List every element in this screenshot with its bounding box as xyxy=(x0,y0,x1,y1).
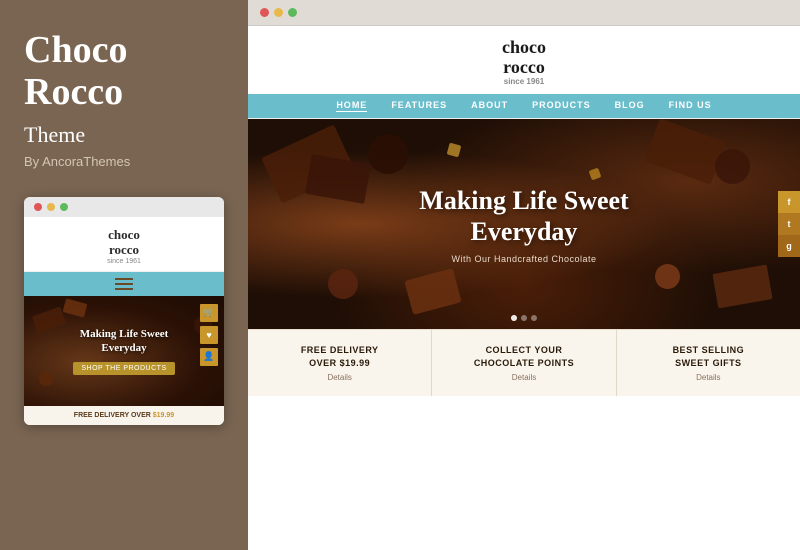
browser-area: choco rocco since 1961 HOME FEATURES ABO… xyxy=(248,0,800,550)
mobile-logo-line2: rocco xyxy=(109,242,139,257)
feature-gifts-title: BEST SELLINGSWEET GIFTS xyxy=(627,344,790,369)
feature-points-title: COLLECT YOURCHOCOLATE POINTS xyxy=(442,344,605,369)
brand-title: Choco Rocco Theme By AncoraThemes xyxy=(24,30,224,197)
mobile-user-icon[interactable]: 👤 xyxy=(200,348,218,366)
social-facebook-btn[interactable]: f xyxy=(778,191,800,213)
social-sidebar: f t g xyxy=(778,191,800,257)
hero-text-overlay: Making Life Sweet Everyday With Our Hand… xyxy=(419,185,628,263)
hero-title-line1: Making Life Sweet xyxy=(419,186,628,215)
hero-dots xyxy=(511,315,537,321)
mobile-preview-bar xyxy=(24,197,224,217)
mobile-hero-content: Making Life Sweet Everyday SHOP THE PROD… xyxy=(73,327,174,375)
browser-dot-red xyxy=(260,8,269,17)
social-google-btn[interactable]: g xyxy=(778,235,800,257)
mobile-menu-bar[interactable] xyxy=(24,272,224,296)
mobile-hero-title-line1: Making Life Sweet xyxy=(80,328,169,340)
mobile-footer-text: FREE DELIVERY OVER xyxy=(74,412,153,419)
browser-dot-green xyxy=(288,8,297,17)
browser-dot-yellow xyxy=(274,8,283,17)
hero-title-line2: Everyday xyxy=(471,217,578,246)
site-logo: choco rocco since 1961 xyxy=(248,38,800,86)
site-nav: HOME FEATURES ABOUT PRODUCTS BLOG FIND U… xyxy=(248,94,800,118)
site-logo-since: since 1961 xyxy=(248,78,800,87)
nav-item-findus[interactable]: FIND US xyxy=(669,100,712,112)
hero-dot-2[interactable] xyxy=(521,315,527,321)
feature-delivery-details[interactable]: Details xyxy=(258,373,421,382)
nav-item-features[interactable]: FEATURES xyxy=(391,100,447,112)
mobile-dot-red xyxy=(34,203,42,211)
nav-item-blog[interactable]: BLOG xyxy=(615,100,645,112)
social-twitter-btn[interactable]: t xyxy=(778,213,800,235)
site-header: choco rocco since 1961 HOME FEATURES ABO… xyxy=(248,26,800,119)
mobile-dot-green xyxy=(60,203,68,211)
sidebar: Choco Rocco Theme By AncoraThemes choco … xyxy=(0,0,248,550)
mobile-logo-since: since 1961 xyxy=(24,258,224,265)
mobile-footer-strip: FREE DELIVERY OVER $19.99 xyxy=(24,406,224,425)
hero-dot-1[interactable] xyxy=(511,315,517,321)
feature-delivery-title: FREE DELIVERYOVER $19.99 xyxy=(258,344,421,369)
feature-gifts: BEST SELLINGSWEET GIFTS Details xyxy=(616,330,800,395)
feature-delivery: FREE DELIVERYOVER $19.99 Details xyxy=(248,330,431,395)
mobile-logo-area: choco rocco since 1961 xyxy=(24,217,224,272)
brand-line1: Choco xyxy=(24,29,127,71)
mobile-heart-icon[interactable]: ♥ xyxy=(200,326,218,344)
by-label: By AncoraThemes xyxy=(24,154,224,169)
mobile-hero-title-line2: Everyday xyxy=(101,342,146,354)
browser-content: choco rocco since 1961 HOME FEATURES ABO… xyxy=(248,26,800,550)
site-logo-line1: choco xyxy=(502,37,546,57)
feature-points: COLLECT YOURCHOCOLATE POINTS Details xyxy=(431,330,615,395)
mobile-cart-icon[interactable]: 🛒 xyxy=(200,304,218,322)
nav-item-home[interactable]: HOME xyxy=(336,100,367,112)
feature-gifts-details[interactable]: Details xyxy=(627,373,790,382)
theme-label: Theme xyxy=(24,122,224,148)
mobile-footer-price: $19.99 xyxy=(153,412,174,419)
site-logo-line2: rocco xyxy=(503,57,545,77)
feature-points-details[interactable]: Details xyxy=(442,373,605,382)
mobile-icon-group: 🛒 ♥ 👤 xyxy=(200,304,218,366)
mobile-shop-btn[interactable]: SHOP THE PRODUCTS xyxy=(73,362,174,375)
mobile-preview: choco rocco since 1961 Making Life Sweet… xyxy=(24,197,224,425)
nav-item-products[interactable]: PRODUCTS xyxy=(532,100,591,112)
nav-item-about[interactable]: ABOUT xyxy=(471,100,508,112)
brand-line2: Rocco xyxy=(24,71,123,113)
browser-bar xyxy=(248,0,800,26)
features-strip: FREE DELIVERYOVER $19.99 Details COLLECT… xyxy=(248,329,800,395)
mobile-logo-line1: choco xyxy=(108,227,140,242)
mobile-hero: Making Life Sweet Everyday SHOP THE PROD… xyxy=(24,296,224,406)
mobile-dot-yellow xyxy=(47,203,55,211)
site-hero: Making Life Sweet Everyday With Our Hand… xyxy=(248,119,800,329)
hero-subtitle: With Our Handcrafted Chocolate xyxy=(419,254,628,264)
hamburger-icon xyxy=(115,278,133,290)
hero-dot-3[interactable] xyxy=(531,315,537,321)
